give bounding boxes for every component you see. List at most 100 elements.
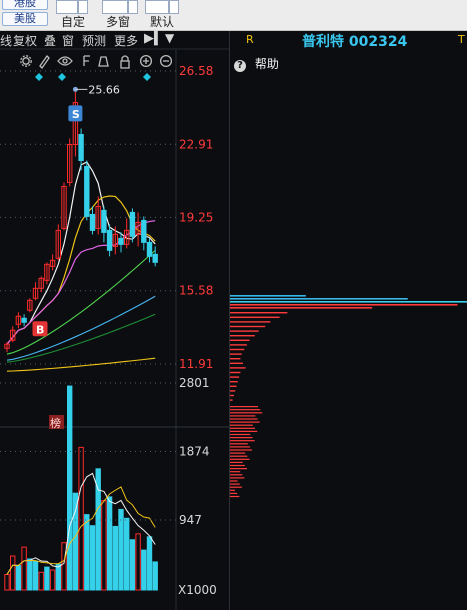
us-stock-button[interactable]: 美股 xyxy=(2,12,48,26)
chip-bar xyxy=(230,443,248,445)
candle-body xyxy=(78,134,84,161)
candle-body xyxy=(141,219,147,243)
chip-bar xyxy=(230,433,251,436)
volume-bar xyxy=(38,571,44,591)
multi-window-dropdown-icon[interactable] xyxy=(128,0,138,14)
price-tick-label: 15.58 xyxy=(179,284,213,298)
volume-bar xyxy=(78,446,84,591)
r-label: R xyxy=(246,33,254,46)
volume-bar xyxy=(118,508,124,591)
custom-layout-icon[interactable] xyxy=(56,0,78,14)
volume-bar xyxy=(89,525,96,591)
volume-bar xyxy=(129,539,136,591)
chip-bar xyxy=(230,424,253,426)
price-tick-label: 26.58 xyxy=(179,64,213,78)
chip-bar xyxy=(230,399,233,401)
volume-bar xyxy=(106,496,113,591)
volume-tick-label: 947 xyxy=(179,513,202,527)
candle-body xyxy=(101,209,107,233)
volume-bar xyxy=(21,546,27,591)
chip-bar xyxy=(230,304,458,306)
custom-dropdown-icon[interactable] xyxy=(78,0,88,14)
volume-unit-label: X1000 xyxy=(178,583,217,597)
chip-bar xyxy=(230,367,246,369)
chip-bar xyxy=(230,480,238,482)
high-price-label: 25.66 xyxy=(88,83,120,96)
candle-body xyxy=(21,317,27,323)
chip-bar xyxy=(230,339,250,341)
chip-bar xyxy=(230,406,258,408)
custom-label[interactable]: 自定 xyxy=(61,13,85,30)
hk-stock-button[interactable]: 港股 xyxy=(2,0,48,10)
multi-window-icon[interactable] xyxy=(102,0,128,14)
volume-bar xyxy=(124,517,130,591)
brush-icon[interactable] xyxy=(39,54,50,70)
multi-window-label[interactable]: 多窗 xyxy=(106,13,130,30)
eraser-icon[interactable] xyxy=(98,56,109,67)
chip-bar xyxy=(230,412,263,414)
chip-bar xyxy=(230,418,258,420)
default-label[interactable]: 默认 xyxy=(150,13,174,30)
chip-distribution-panel xyxy=(230,31,467,610)
settings-icon[interactable] xyxy=(20,55,32,67)
chip-bar xyxy=(230,371,241,374)
chip-distribution-bars xyxy=(230,295,467,498)
chip-bar xyxy=(230,394,234,397)
volume-bar xyxy=(44,566,50,591)
volume-bar xyxy=(135,533,141,591)
ma250-line xyxy=(6,357,156,372)
help-label[interactable]: 帮助 xyxy=(255,57,279,71)
candle-body xyxy=(89,213,96,231)
event-diamond-marker xyxy=(143,73,151,81)
price-tick-label: 11.91 xyxy=(179,357,213,371)
chip-bar xyxy=(230,385,237,387)
volume-tick-label: 2801 xyxy=(179,376,210,390)
chip-bar xyxy=(230,409,261,411)
chip-bar xyxy=(230,353,242,355)
help-row[interactable]: ? 帮助 xyxy=(234,55,279,72)
eye-icon[interactable] xyxy=(57,56,73,66)
default-dropdown-icon[interactable] xyxy=(169,0,179,14)
chip-bar xyxy=(230,492,238,494)
t-label: T xyxy=(458,33,465,46)
zoom-out-icon[interactable] xyxy=(159,54,173,68)
chip-bar xyxy=(230,344,247,346)
chip-bar xyxy=(230,483,240,485)
sell-signal-label: S xyxy=(72,108,80,121)
chip-bar xyxy=(230,312,288,314)
candle-body xyxy=(118,237,124,245)
chip-bar xyxy=(230,440,255,442)
volume-bar xyxy=(15,565,22,591)
chip-bar xyxy=(230,381,238,383)
fibonacci-icon[interactable] xyxy=(83,55,90,66)
chip-bar xyxy=(230,427,256,429)
default-layout-icon[interactable] xyxy=(145,0,169,14)
candle-body xyxy=(84,165,90,217)
help-icon[interactable]: ? xyxy=(234,60,246,72)
chip-bar xyxy=(230,301,467,303)
chip-bar xyxy=(230,449,253,451)
stock-title: 普利特 002324 xyxy=(302,34,408,50)
price-tick-label: 22.91 xyxy=(179,137,213,151)
lock-icon[interactable] xyxy=(120,55,130,69)
zoom-in-icon[interactable] xyxy=(139,54,153,68)
volume-bar xyxy=(72,492,79,591)
candle-body xyxy=(129,211,136,237)
moving-average-lines xyxy=(6,161,156,372)
top-toolbar: 港股 美股 自定 多窗 默认 xyxy=(0,0,467,31)
volume-bar xyxy=(152,561,158,591)
chip-bar xyxy=(230,458,250,460)
chip-bar xyxy=(230,464,245,467)
chip-bar xyxy=(230,376,240,378)
volume-bar xyxy=(61,542,67,591)
volume-tick-label: 1874 xyxy=(179,445,210,459)
chip-bar xyxy=(230,489,236,491)
list-badge-label: 榜 xyxy=(50,416,61,430)
volume-bar xyxy=(10,555,16,591)
chip-bar xyxy=(230,390,236,392)
volume-bar xyxy=(49,569,56,591)
event-diamond-marker xyxy=(58,73,66,81)
ma5-line xyxy=(6,161,156,345)
chip-bar xyxy=(230,298,408,300)
chip-bar xyxy=(230,430,258,432)
